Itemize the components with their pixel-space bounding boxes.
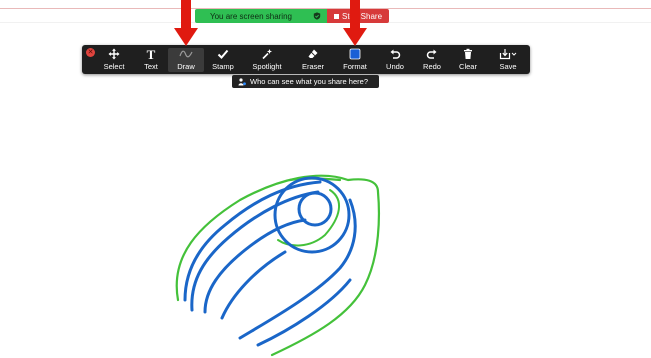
blue-circle-small bbox=[297, 191, 333, 227]
blue-stroke bbox=[203, 218, 307, 314]
annotation-drawing bbox=[175, 174, 381, 357]
blue-stroke bbox=[256, 278, 352, 347]
blue-stroke bbox=[183, 180, 322, 302]
